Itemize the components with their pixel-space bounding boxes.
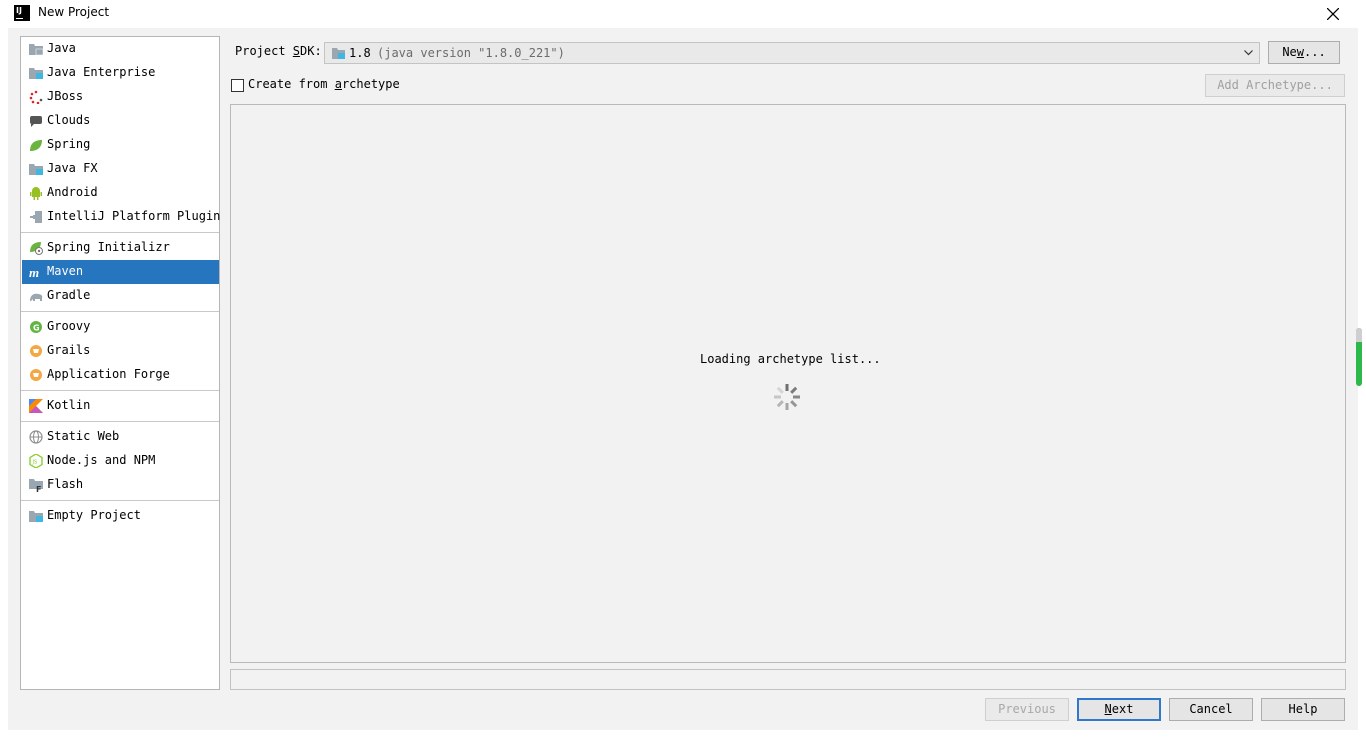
svg-text:G: G (33, 324, 40, 333)
sidebar-item-node-js-and-npm[interactable]: JS Node.js and NPM (22, 449, 219, 473)
sidebar-item-label: Clouds (47, 113, 91, 127)
sidebar-item-java[interactable]: Java (22, 37, 219, 61)
sidebar-item-clouds[interactable]: Clouds (22, 109, 219, 133)
create-from-archetype-label[interactable]: Create from archetype (248, 77, 400, 91)
sidebar-separator (21, 500, 219, 501)
add-archetype-button[interactable]: Add Archetype... (1205, 74, 1345, 97)
sidebar-item-label: Spring Initializr (47, 240, 170, 254)
grails-icon (30, 345, 42, 357)
sidebar-item-groovy[interactable]: G Groovy (22, 315, 219, 339)
gradle-elephant-icon (30, 293, 43, 301)
groovy-icon: G (30, 321, 42, 333)
flash-folder-icon: F (29, 479, 43, 492)
sidebar-item-gradle[interactable]: Gradle (22, 284, 219, 308)
sidebar-item-label: Maven (47, 264, 84, 278)
svg-text:m: m (29, 265, 39, 279)
application-forge-icon (30, 369, 42, 381)
cancel-button[interactable]: Cancel (1169, 698, 1253, 721)
close-button[interactable] (1318, 2, 1348, 26)
svg-text:F: F (36, 485, 41, 492)
sidebar-item-static-web[interactable]: Static Web (22, 425, 219, 449)
sidebar-item-application-forge[interactable]: Application Forge (22, 363, 219, 387)
clouds-icon (30, 116, 42, 127)
sidebar-item-flash[interactable]: F Flash (22, 473, 219, 497)
archetype-description-panel (230, 669, 1346, 690)
window-title: New Project (38, 5, 110, 19)
maven-icon: m (29, 265, 39, 279)
loading-message: Loading archetype list... (700, 352, 881, 366)
sidebar-item-java-enterprise[interactable]: Java Enterprise (22, 61, 219, 85)
window-bottom-edge (0, 730, 1366, 738)
sidebar-separator (21, 421, 219, 422)
sidebar-item-maven[interactable]: m Maven (22, 260, 219, 284)
previous-button[interactable]: Previous (985, 698, 1069, 721)
sidebar-item-label: Android (47, 185, 98, 199)
sidebar-item-label: Java FX (47, 161, 98, 175)
sidebar-separator (21, 232, 219, 233)
project-sdk-label: Project SDK: (235, 44, 322, 58)
sidebar-item-intellij-platform-plugin[interactable]: IntelliJ Platform Plugin (22, 205, 221, 229)
nodejs-icon: JS (29, 454, 43, 468)
sidebar-item-label: JBoss (47, 89, 84, 103)
sidebar-item-label: Node.js and NPM (47, 453, 156, 467)
sidebar-item-label: Spring (47, 137, 91, 151)
title-bar (0, 0, 1366, 28)
spring-leaf-icon (30, 140, 42, 151)
sidebar-item-spring-initializr[interactable]: Spring Initializr (22, 236, 219, 260)
sidebar-item-label: IntelliJ Platform Plugin (47, 209, 221, 223)
sidebar-item-label: Gradle (47, 288, 91, 302)
sidebar-item-label: Java Enterprise (47, 65, 156, 79)
new-sdk-button[interactable]: New... (1268, 41, 1340, 64)
sidebar-item-label: Static Web (47, 429, 120, 443)
sidebar-item-android[interactable]: Android (22, 181, 219, 205)
sidebar-item-empty-project[interactable]: Empty Project (22, 504, 219, 528)
next-button[interactable]: Next (1077, 698, 1161, 721)
sidebar-item-label: Kotlin (47, 398, 91, 412)
sidebar-item-java-fx[interactable]: Java FX (22, 157, 219, 181)
sidebar-item-kotlin[interactable]: Kotlin (22, 394, 219, 418)
sdk-version: 1.8 (349, 46, 371, 60)
sidebar-item-spring[interactable]: Spring (22, 133, 219, 157)
app-icon-text: IJ (16, 6, 22, 15)
chevron-down-icon (1244, 50, 1253, 56)
sdk-folder-icon (332, 48, 345, 59)
sidebar-item-label: Application Forge (47, 367, 170, 381)
project-type-list: Java Java Enterprise JBoss Clouds Spring Java… (20, 36, 220, 690)
sidebar-item-label: Grails (47, 343, 91, 357)
svg-text:JS: JS (32, 460, 38, 466)
sidebar-separator (21, 311, 219, 312)
project-sdk-dropdown[interactable]: 1.8 (java version "1.8.0_221") (324, 42, 1260, 64)
sidebar-item-grails[interactable]: Grails (22, 339, 219, 363)
jboss-icon (29, 90, 43, 104)
android-icon (30, 187, 42, 200)
sidebar-item-label: Java (47, 41, 76, 55)
loading-spinner-icon (774, 384, 800, 410)
spring-initializr-icon (30, 242, 43, 255)
sidebar-item-label: Groovy (47, 319, 91, 333)
sdk-version-detail: (java version "1.8.0_221") (377, 46, 565, 60)
javafx-folder-icon (29, 164, 43, 175)
create-from-archetype-checkbox[interactable] (231, 79, 244, 92)
kotlin-icon (29, 399, 43, 413)
intellij-app-icon: IJ (14, 5, 30, 21)
globe-icon (29, 430, 43, 444)
empty-project-icon (29, 511, 43, 522)
scroll-indicator-cap (1356, 328, 1362, 342)
sidebar-item-label: Empty Project (47, 508, 141, 522)
sidebar-item-label: Flash (47, 477, 84, 491)
help-button[interactable]: Help (1261, 698, 1345, 721)
sidebar-separator (21, 390, 219, 391)
plugin-icon (30, 211, 42, 223)
sidebar-item-jboss[interactable]: JBoss (22, 85, 219, 109)
java-folder-icon (29, 44, 43, 56)
java-enterprise-icon (29, 68, 43, 79)
close-icon (1327, 8, 1339, 20)
